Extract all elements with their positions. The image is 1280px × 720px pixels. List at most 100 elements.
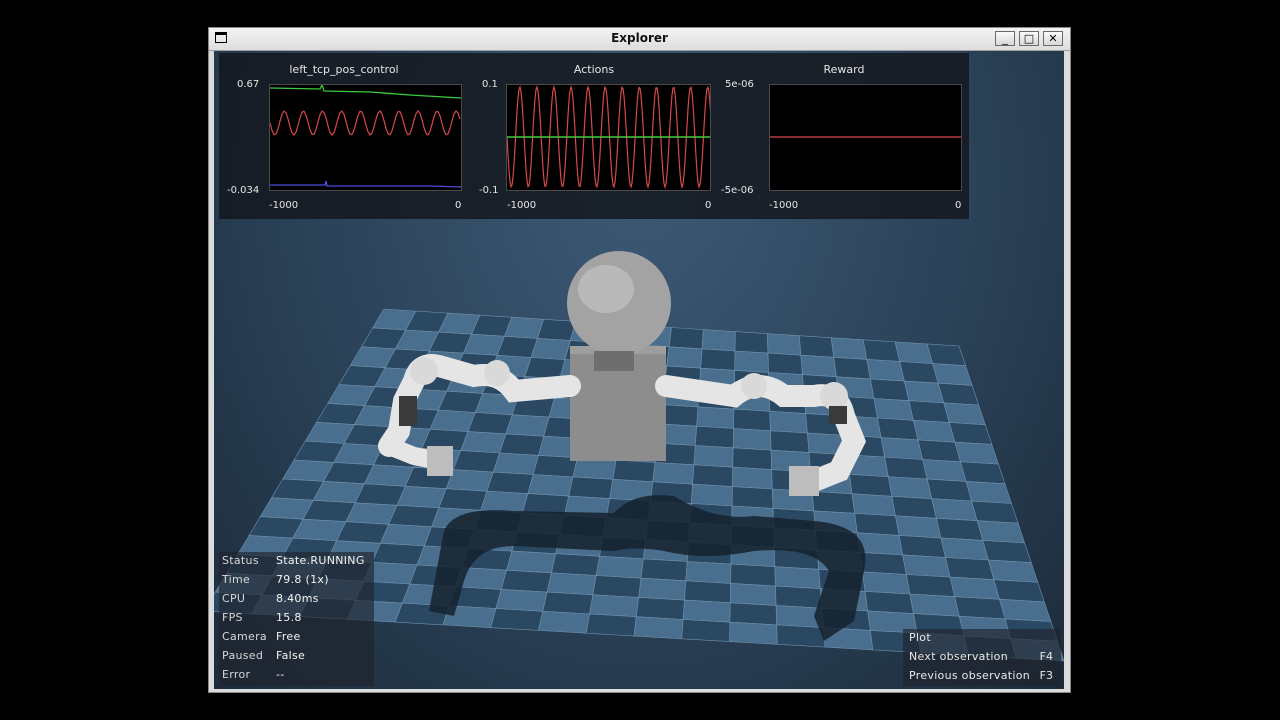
floor-tile [734,350,769,373]
floor-tile [685,561,732,584]
error-value: -- [276,668,285,681]
maximize-button[interactable]: □ [1019,31,1039,46]
floor-tile [870,378,910,402]
floor-tile [733,408,771,432]
minimize-button[interactable]: _ [995,31,1015,46]
floor-tile [527,474,574,497]
floor-tile [496,335,538,358]
camera-key: Camera [222,630,267,643]
floor-tile [954,441,999,465]
simulation-viewport[interactable]: left_tcp_pos_control 0.67 -0.034 -1000 0… [214,51,1064,689]
floor-tile [971,500,1019,524]
floor-tile [700,348,736,371]
shortcut-label: Previous observation [909,669,1031,682]
plot-ymin: -0.1 [479,185,499,196]
floor-tile [486,471,534,494]
plot-xmin: -1000 [507,200,537,211]
plots-panel: left_tcp_pos_control 0.67 -0.034 -1000 0… [219,53,969,219]
explorer-window: Explorer _ □ ✕ left_tcp_pos_control 0.67… [208,27,1071,693]
floor-tile [926,478,973,502]
floor-tile [429,409,476,432]
floor-tile [903,380,945,404]
plot-ymax: 5e-06 [725,79,754,90]
title-bar[interactable]: Explorer _ □ ✕ [209,28,1070,51]
floor-tile [729,621,778,645]
series-blue [270,180,461,188]
floor-tile [467,412,513,435]
floor-tile [982,540,1032,563]
floor-tile [542,591,594,615]
error-key: Error [222,668,251,681]
floor-tile [943,402,986,426]
floor-tile [734,331,769,354]
floor-tile [437,390,484,413]
floor-tile [336,521,390,544]
status-key: Status [222,554,259,567]
floor-tile [652,462,695,485]
floor-tile [612,459,656,483]
floor-tile [800,354,837,378]
floor-tile [354,483,406,506]
floor-tile [524,357,566,380]
paused-key: Paused [222,649,264,662]
floor-tile [732,428,772,451]
floor-tile [894,341,934,364]
floor-tile [551,553,600,576]
floor-tile [732,466,773,490]
floor-tile [682,599,731,623]
floor-tile [732,447,773,470]
close-button[interactable]: ✕ [1043,31,1063,46]
plot-title: Actions [573,63,615,76]
plot-xmax: 0 [955,200,962,211]
floor-tile [694,425,734,449]
floor-tile [364,464,415,487]
floor-tile [873,398,914,421]
floor-tile [490,608,544,631]
plot-ymin: -5e-06 [721,185,754,196]
plot-ymin: -0.034 [227,185,260,196]
floor-tile [595,555,644,579]
paused-row: Paused False [219,647,374,666]
plot-xmax: 0 [455,200,462,211]
time-row: Time 79.8 (1x) [219,571,374,590]
floor-tile [666,346,703,369]
floor-tile [568,476,614,499]
floor-tile [371,542,425,566]
status-panel: Status State.RUNNING Time 79.8 (1x) CPU … [219,552,374,686]
floor-tile [500,569,552,593]
shortcut-panel: Plot Next observation F4 Previous observ… [903,629,1061,686]
shortcut-next-observation[interactable]: Next observation F4 [903,648,1061,667]
floor-tile [445,469,494,492]
floor-tile [774,566,821,590]
floor-tile [731,486,774,509]
plot-canvas [769,84,962,191]
floor-tile [506,550,557,574]
plot-reward: Reward 5e-06 -5e-06 -1000 0 [719,53,969,219]
floor-tile [902,554,951,578]
floor-tile [866,359,905,382]
floor-tile [692,464,734,487]
error-row: Error -- [219,666,374,685]
floor-tile [917,439,961,463]
floor-tile [940,537,989,561]
floor-tile [546,572,597,596]
floor-tile [388,504,440,528]
floor-tile [905,574,956,598]
robot-torso [567,251,671,461]
floor-tile [396,485,447,509]
floor-tile [862,339,901,362]
floor-tile [895,515,942,539]
floor-tile [862,571,911,595]
shortcut-previous-observation[interactable]: Previous observation F3 [903,667,1061,686]
plot-xmin: -1000 [769,200,799,211]
shortcut-key: F4 [1039,650,1053,663]
floor-tile [936,517,984,541]
floor-tile [505,414,550,437]
floor-tile [729,602,778,626]
cpu-row: CPU 8.40ms [219,590,374,609]
plot-actions: Actions 0.1 -0.1 -1000 0 [469,53,719,219]
shortcut-key: F3 [1039,669,1053,682]
floor-tile [592,575,642,598]
shortcut-plot[interactable]: Plot [903,629,1061,648]
floor-tile [504,316,545,339]
